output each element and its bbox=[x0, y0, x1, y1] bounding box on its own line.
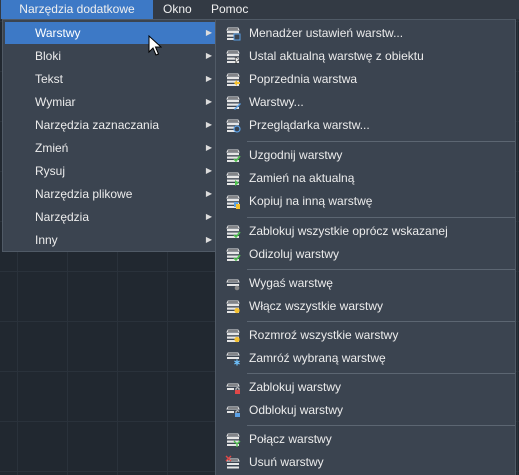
menu-item-label: Zamień na aktualną bbox=[249, 171, 355, 185]
layer-on-all-icon bbox=[226, 300, 240, 314]
menu-item-warstwy-dialog[interactable]: Warstwy... bbox=[218, 91, 514, 113]
submenu-arrow-icon: ▶ bbox=[205, 120, 212, 129]
menu-item-narzedzia-plikowe[interactable]: Narzędzia plikowe ▶ bbox=[5, 183, 216, 205]
menu-item-label: Przeglądarka warstw... bbox=[249, 118, 370, 132]
menu-item-label: Włącz wszystkie warstwy bbox=[249, 299, 384, 313]
submenu-narzedzia-dodatkowe: Warstwy ▶ Bloki ▶ Tekst ▶ Wymiar ▶ Narzę… bbox=[2, 19, 217, 252]
menu-item-label: Uzgodnij warstwy bbox=[249, 148, 343, 162]
menu-item-warstwy[interactable]: Warstwy ▶ bbox=[5, 22, 216, 44]
layer-unisolate-icon bbox=[226, 248, 241, 262]
menu-item-uzgodnij-warstwy[interactable]: Uzgodnij warstwy bbox=[218, 144, 514, 166]
menu-item-zmien[interactable]: Zmień ▶ bbox=[5, 137, 216, 159]
menu-item-label: Połącz warstwy bbox=[249, 432, 332, 446]
menu-item-label: Zablokuj warstwy bbox=[249, 380, 342, 394]
menu-item-label: Narzędzia bbox=[35, 210, 90, 224]
menu-item-label: Odblokuj warstwy bbox=[249, 403, 344, 417]
layers-dialog-icon bbox=[226, 96, 241, 110]
mouse-cursor-icon bbox=[148, 35, 162, 56]
menu-item-inny[interactable]: Inny ▶ bbox=[5, 229, 216, 251]
menu-item-label: Usuń warstwy bbox=[249, 455, 324, 469]
submenu-arrow-icon: ▶ bbox=[205, 28, 212, 37]
menu-item-label: Narzędzia zaznaczania bbox=[35, 118, 160, 132]
menu-item-label: Warstwy... bbox=[249, 95, 304, 109]
menu-separator bbox=[247, 425, 515, 426]
submenu-arrow-icon: ▶ bbox=[205, 143, 212, 152]
menu-item-label: Warstwy bbox=[35, 26, 81, 40]
menu-item-label: Rysuj bbox=[35, 164, 66, 178]
menu-item-menadzer-ustawien-warstw[interactable]: Menadżer ustawień warstw... bbox=[218, 22, 514, 44]
menu-item-label: Tekst bbox=[35, 72, 64, 86]
menu-item-rozmroz-wszystkie-warstwy[interactable]: Rozmroź wszystkie warstwy bbox=[218, 324, 514, 346]
menu-item-label: Zmień bbox=[35, 141, 69, 155]
layer-delete-icon bbox=[225, 455, 240, 469]
menu-item-wygas-warstwe[interactable]: Wygaś warstwę bbox=[218, 272, 514, 294]
submenu-arrow-icon: ▶ bbox=[205, 51, 212, 60]
menu-item-rysuj[interactable]: Rysuj ▶ bbox=[5, 160, 216, 182]
menu-pomoc[interactable]: Pomoc bbox=[211, 0, 248, 19]
menu-item-wymiar[interactable]: Wymiar ▶ bbox=[5, 91, 216, 113]
layer-lock-others-icon bbox=[226, 225, 241, 239]
layer-merge-icon bbox=[226, 433, 241, 447]
menu-item-label: Wygaś warstwę bbox=[249, 276, 333, 290]
layer-settings-manager-icon bbox=[226, 27, 241, 41]
submenu-arrow-icon: ▶ bbox=[205, 166, 212, 175]
menu-item-label: Ustal aktualną warstwę z obiektu bbox=[249, 49, 424, 63]
menu-item-wlacz-wszystkie-warstwy[interactable]: Włącz wszystkie warstwy bbox=[218, 295, 514, 317]
menu-item-zablokuj-wszystkie-oprocz[interactable]: Zablokuj wszystkie oprócz wskazanej bbox=[218, 220, 514, 242]
layer-reconcile-icon bbox=[226, 149, 241, 163]
menu-okno[interactable]: Okno bbox=[163, 0, 192, 19]
menu-item-poprzednia-warstwa[interactable]: Poprzednia warstwa bbox=[218, 68, 514, 90]
layer-browser-icon bbox=[226, 119, 241, 133]
menu-item-odblokuj-warstwy[interactable]: Odblokuj warstwy bbox=[218, 399, 514, 421]
menu-item-ustal-aktualna-warstwe[interactable]: Ustal aktualną warstwę z obiektu bbox=[218, 45, 514, 67]
layer-unlock-icon bbox=[226, 406, 240, 417]
layer-thaw-all-icon bbox=[226, 329, 240, 343]
submenu-arrow-icon: ▶ bbox=[205, 97, 212, 106]
menu-item-przegladarka-warstw[interactable]: Przeglądarka warstw... bbox=[218, 114, 514, 136]
menu-item-label: Zablokuj wszystkie oprócz wskazanej bbox=[249, 224, 448, 238]
submenu-arrow-icon: ▶ bbox=[205, 189, 212, 198]
menu-item-label: Inny bbox=[35, 233, 58, 247]
menu-separator bbox=[247, 269, 515, 270]
menu-item-odizoluj-warstwy[interactable]: Odizoluj warstwy bbox=[218, 243, 514, 265]
menu-item-bloki[interactable]: Bloki ▶ bbox=[5, 45, 216, 67]
submenu-arrow-icon: ▶ bbox=[205, 74, 212, 83]
menu-item-label: Zamróź wybraną warstwę bbox=[249, 351, 386, 365]
layer-change-current-icon bbox=[226, 172, 240, 186]
menu-item-label: Bloki bbox=[35, 49, 62, 63]
menu-item-label: Narzędzia plikowe bbox=[35, 187, 133, 201]
menu-item-zablokuj-warstwy[interactable]: Zablokuj warstwy bbox=[218, 376, 514, 398]
menu-item-label: Kopiuj na inną warstwę bbox=[249, 194, 373, 208]
menu-item-label: Menadżer ustawień warstw... bbox=[249, 26, 404, 40]
layer-lock-icon bbox=[226, 383, 240, 394]
menu-item-label: Wymiar bbox=[35, 95, 76, 109]
submenu-arrow-icon: ▶ bbox=[205, 212, 212, 221]
layer-off-icon bbox=[226, 279, 240, 291]
menu-item-label: Poprzednia warstwa bbox=[249, 72, 358, 86]
menu-item-zamien-na-aktualna[interactable]: Zamień na aktualną bbox=[218, 167, 514, 189]
menu-item-kopiuj-na-inna-warstwe[interactable]: Kopiuj na inną warstwę bbox=[218, 190, 514, 212]
menu-separator bbox=[247, 321, 515, 322]
menu-item-usun-warstwy[interactable]: Usuń warstwy bbox=[218, 451, 514, 473]
menu-narzedzia-dodatkowe[interactable]: Narzędzia dodatkowe bbox=[1, 0, 153, 19]
menu-item-narzedzia[interactable]: Narzędzia ▶ bbox=[5, 206, 216, 228]
layer-copy-icon bbox=[226, 195, 240, 209]
menu-item-label: Rozmroź wszystkie warstwy bbox=[249, 328, 399, 342]
layer-from-object-icon bbox=[226, 50, 241, 64]
menu-separator bbox=[247, 217, 515, 218]
submenu-arrow-icon: ▶ bbox=[205, 235, 212, 244]
menu-item-zamroz-wybrana-warstwe[interactable]: Zamróź wybraną warstwę bbox=[218, 347, 514, 369]
menu-item-tekst[interactable]: Tekst ▶ bbox=[5, 68, 216, 90]
menu-bar: Narzędzia dodatkowe Okno Pomoc bbox=[0, 0, 519, 20]
layer-freeze-icon bbox=[226, 352, 240, 366]
menu-item-label: Odizoluj warstwy bbox=[249, 247, 340, 261]
submenu-warstwy: Menadżer ustawień warstw... Ustal aktual… bbox=[215, 19, 516, 475]
menu-separator bbox=[247, 141, 515, 142]
menu-separator bbox=[247, 373, 515, 374]
menu-item-polacz-warstwy[interactable]: Połącz warstwy bbox=[218, 428, 514, 450]
layer-previous-icon bbox=[226, 73, 240, 87]
menu-item-narzedzia-zaznaczania[interactable]: Narzędzia zaznaczania ▶ bbox=[5, 114, 216, 136]
